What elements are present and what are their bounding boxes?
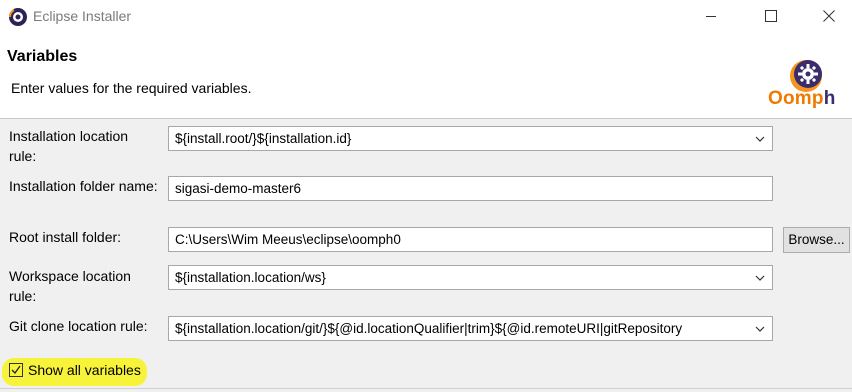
workspace-location-rule-label: Workspace location rule: (9, 268, 131, 304)
workspace-location-rule-combo[interactable]: ${installation.location/ws} (168, 265, 773, 290)
title-bar: Eclipse Installer (0, 0, 852, 33)
git-clone-location-rule-combo[interactable]: ${installation.location/git/}${@id.locat… (168, 316, 773, 341)
root-install-folder-value: C:\Users\Wim Meeus\eclipse\oomph0 (175, 232, 401, 247)
divider (0, 388, 852, 389)
window-title: Eclipse Installer (33, 8, 132, 24)
installation-location-rule-label: Installation location rule: (9, 128, 129, 164)
close-button[interactable] (806, 0, 852, 33)
installation-folder-name-value: sigasi-demo-master6 (175, 181, 302, 196)
root-install-folder-input[interactable]: C:\Users\Wim Meeus\eclipse\oomph0 (168, 227, 773, 252)
oomph-logo-text: Oomph (768, 88, 836, 109)
installation-location-rule-value: ${install.root/}${installation.id} (175, 131, 352, 146)
checkmark-icon (11, 365, 21, 375)
show-all-variables-checkbox[interactable] (9, 363, 23, 377)
installation-location-rule-combo[interactable]: ${install.root/}${installation.id} (168, 126, 773, 151)
browse-button[interactable]: Browse... (783, 227, 850, 253)
workspace-location-rule-value: ${installation.location/ws} (175, 270, 326, 285)
eclipse-installer-icon (8, 7, 28, 27)
chevron-down-icon (755, 325, 765, 333)
page-description: Enter values for the required variables. (11, 80, 252, 96)
installation-folder-name-label: Installation folder name: (9, 178, 158, 194)
git-clone-location-rule-value: ${installation.location/git/}${@id.locat… (175, 321, 683, 336)
show-all-variables-label[interactable]: Show all variables (28, 362, 141, 378)
wizard-header: Variables Enter values for the required … (0, 33, 852, 119)
maximize-button[interactable] (748, 0, 794, 33)
page-title: Variables (7, 48, 78, 65)
oomph-logo: Oomph (766, 56, 846, 114)
git-clone-location-rule-label: Git clone location rule: (9, 318, 148, 334)
chevron-down-icon (755, 275, 765, 281)
minimize-button[interactable] (688, 0, 734, 33)
root-install-folder-label: Root install folder: (9, 229, 122, 245)
installation-folder-name-input[interactable]: sigasi-demo-master6 (168, 176, 773, 201)
chevron-down-icon (755, 136, 765, 142)
